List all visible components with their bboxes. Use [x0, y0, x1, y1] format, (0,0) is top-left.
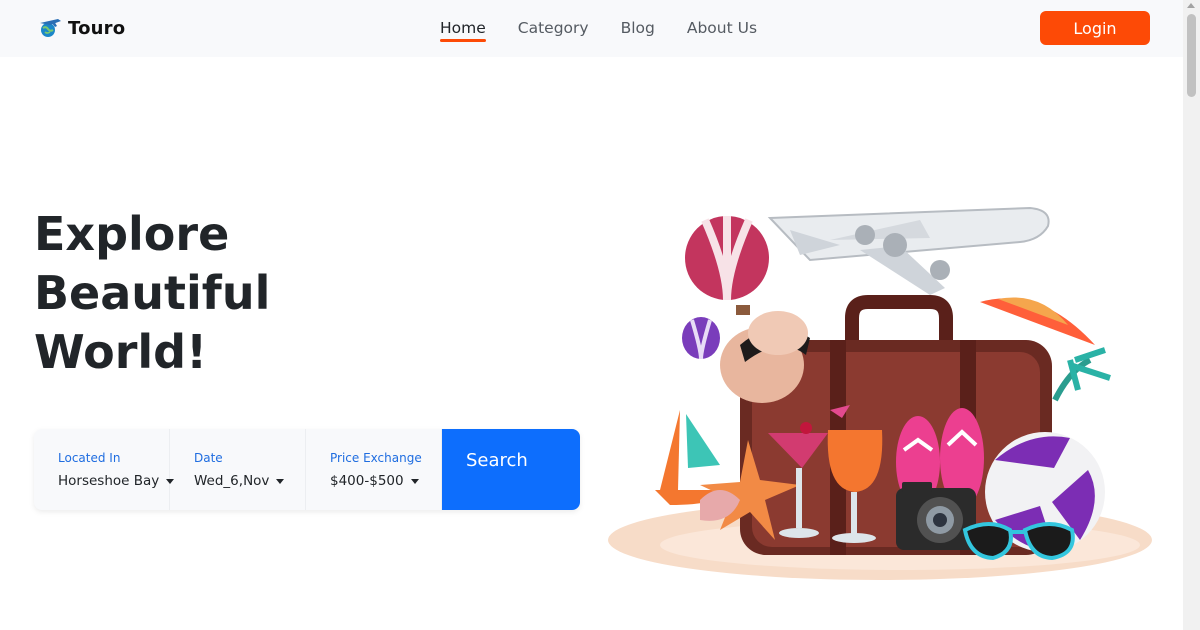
login-button[interactable]: Login [1040, 11, 1150, 45]
camera-icon [896, 482, 976, 550]
nav-link-about-us[interactable]: About Us [687, 18, 757, 38]
date-dropdown[interactable]: Date Wed_6,Nov [170, 429, 306, 510]
location-label: Located In [58, 451, 121, 465]
price-value-text: $400-$500 [330, 473, 404, 489]
scroll-up-arrow-icon[interactable] [1187, 3, 1195, 8]
navbar: Touro Home Category Blog About Us Login [0, 0, 1183, 57]
search-form: Located In Horseshoe Bay Date Wed_6,Nov … [34, 429, 580, 510]
price-value[interactable]: $400-$500 [330, 473, 441, 489]
date-label: Date [194, 451, 223, 465]
page-scrollbar[interactable] [1183, 0, 1200, 630]
hero-title-line: Explore [34, 207, 230, 261]
hero-title-line: World! [34, 325, 208, 379]
hot-air-balloon-small-icon [682, 317, 720, 360]
globe-plane-icon [40, 19, 61, 37]
travel-illustration [608, 206, 1152, 580]
price-dropdown[interactable]: Price Exchange $400-$500 [306, 429, 442, 510]
search-button[interactable]: Search [442, 429, 580, 510]
nav-link-home[interactable]: Home [440, 18, 486, 42]
nav-link-blog[interactable]: Blog [621, 18, 655, 38]
brand[interactable]: Touro [36, 16, 125, 40]
location-value-text: Horseshoe Bay [58, 473, 160, 489]
hot-air-balloon-icon [685, 216, 769, 315]
location-value[interactable]: Horseshoe Bay [58, 473, 175, 489]
hero-title: Explore Beautiful World! [34, 205, 270, 382]
airplane-icon [767, 206, 1050, 295]
scrollbar-thumb[interactable] [1187, 14, 1196, 97]
date-value-text: Wed_6,Nov [194, 473, 270, 489]
hero-title-line: Beautiful [34, 266, 271, 320]
nav-link-category[interactable]: Category [518, 18, 589, 38]
price-label: Price Exchange [330, 451, 422, 465]
main-nav: Home Category Blog About Us [440, 18, 789, 42]
date-value[interactable]: Wed_6,Nov [194, 473, 305, 489]
brand-name: Touro [68, 17, 126, 39]
location-dropdown[interactable]: Located In Horseshoe Bay [34, 429, 175, 510]
caret-down-icon [410, 478, 419, 484]
caret-down-icon [276, 478, 285, 484]
